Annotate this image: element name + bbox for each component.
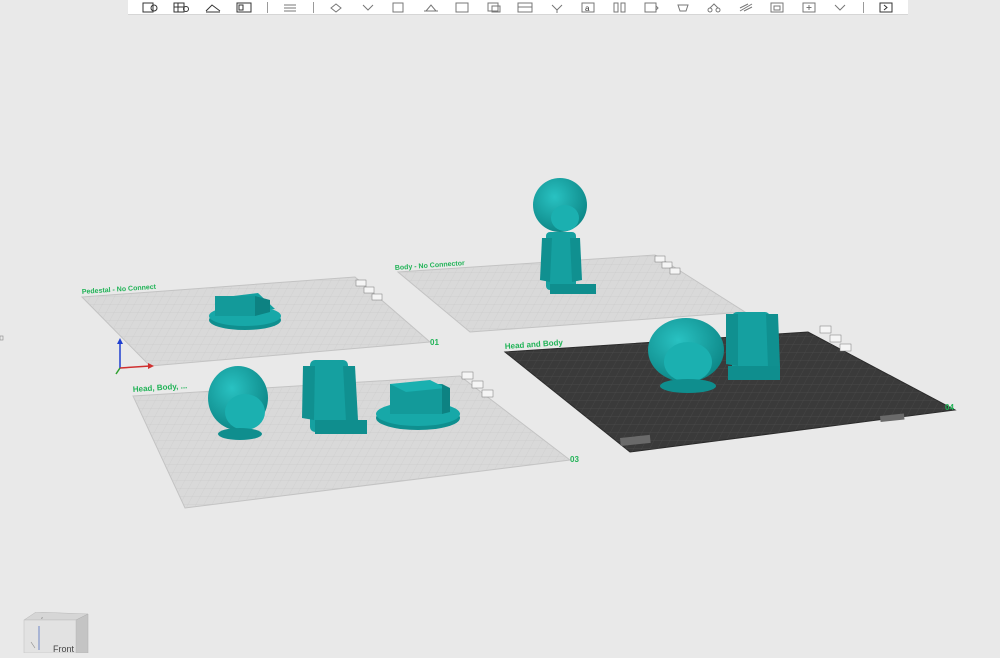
rotate-icon[interactable] — [359, 1, 377, 14]
lay-on-face-icon[interactable] — [422, 1, 440, 14]
plate-03-number: 03 — [570, 455, 579, 464]
svg-text:z: z — [41, 615, 43, 620]
plate-01-number: 01 — [430, 338, 439, 347]
left-edge-handle[interactable] — [0, 330, 4, 341]
arrange-icon[interactable] — [235, 1, 253, 14]
measure-icon[interactable] — [642, 1, 660, 14]
split-icon[interactable] — [281, 1, 299, 14]
drill-icon[interactable] — [831, 1, 849, 14]
top-toolbar: a — [128, 0, 908, 15]
auto-orient-icon[interactable] — [204, 1, 222, 14]
plate-03-label[interactable]: Head, Body, ... — [133, 381, 188, 394]
variable-layer-icon[interactable] — [705, 1, 723, 14]
support-paint-icon[interactable] — [516, 1, 534, 14]
svg-text:a: a — [585, 4, 590, 13]
color-paint-icon[interactable] — [611, 1, 629, 14]
cut-icon[interactable] — [453, 1, 471, 14]
move-icon[interactable] — [327, 1, 345, 14]
toolbar-separator — [312, 1, 314, 13]
sla-support-icon[interactable] — [768, 1, 786, 14]
toolbar-separator — [862, 1, 864, 13]
assembly-icon[interactable] — [674, 1, 692, 14]
toolbar-separator — [266, 1, 268, 13]
scale-icon[interactable] — [390, 1, 408, 14]
model-body-04[interactable] — [726, 312, 780, 380]
3d-viewport[interactable]: Pedestal - No Connect 01 Body - No Conne… — [0, 0, 1000, 653]
add-object-icon[interactable] — [141, 1, 159, 14]
slice-view-icon[interactable] — [737, 1, 755, 14]
view-cube[interactable]: z Front — [22, 611, 92, 654]
plate-04-number: 04 — [945, 403, 954, 412]
text-icon[interactable]: a — [579, 1, 597, 14]
hollow-icon[interactable] — [800, 1, 818, 14]
add-plate-icon[interactable] — [172, 1, 190, 14]
mesh-boolean-icon[interactable] — [485, 1, 503, 14]
return-icon[interactable] — [877, 1, 895, 14]
seam-paint-icon[interactable] — [548, 1, 566, 14]
